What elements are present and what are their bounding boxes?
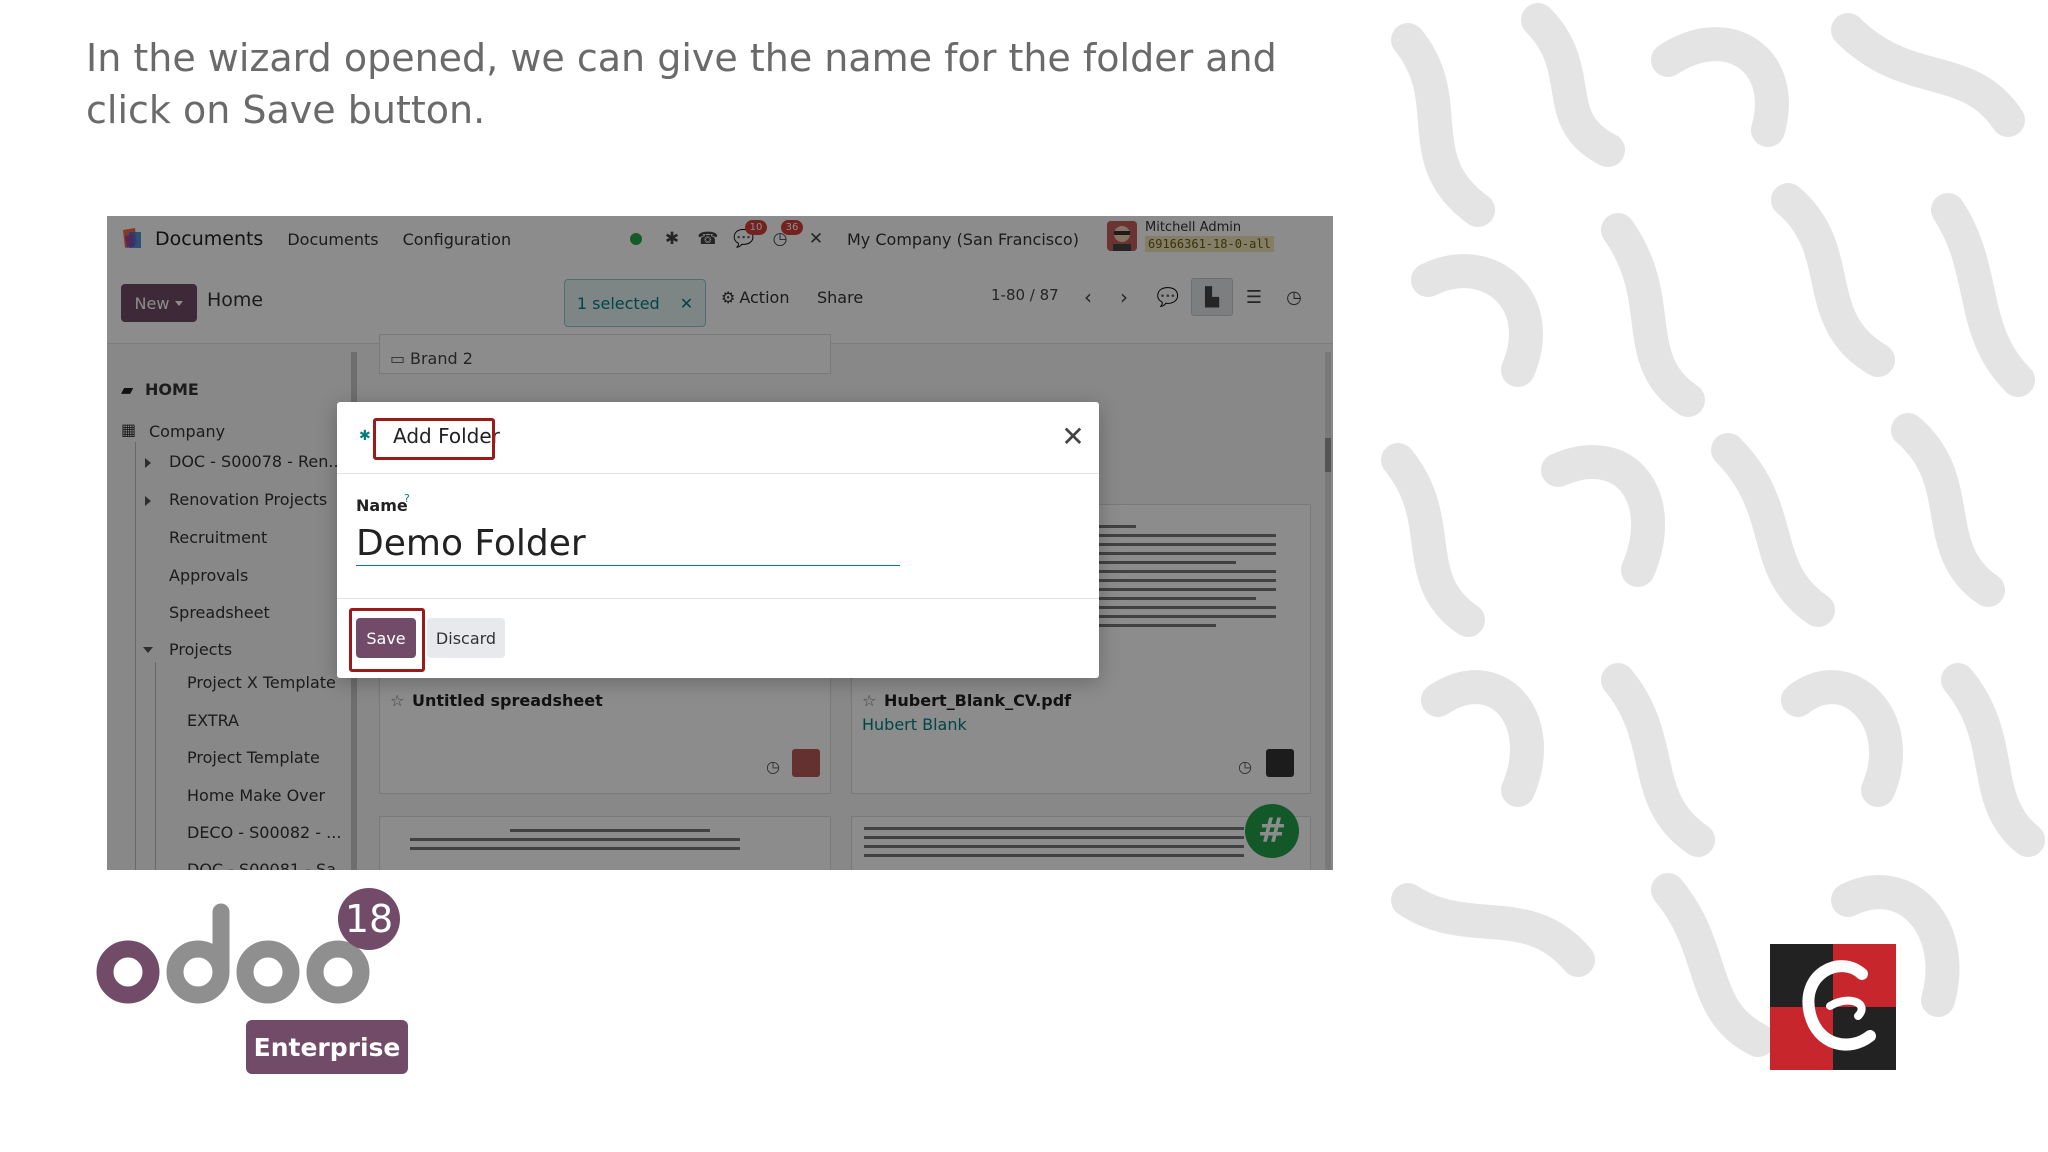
folder-name-input[interactable]	[356, 522, 900, 566]
slide-caption: In the wizard opened, we can give the na…	[86, 36, 1277, 132]
brand-mark-logo	[1770, 944, 1896, 1070]
discard-button[interactable]: Discard	[427, 618, 505, 658]
add-folder-dialog: ✱ Add Folder ✕ Name ? Save Discard	[337, 402, 1099, 678]
debug-bug-icon[interactable]: ✱	[359, 428, 371, 444]
help-tooltip-icon[interactable]: ?	[404, 492, 410, 505]
name-field-label: Name	[356, 496, 408, 515]
decorative-pattern	[1368, 0, 2048, 1070]
version-badge: 18	[338, 888, 400, 950]
app-screenshot: Documents Documents Configuration ✱ ☎ 💬 1…	[107, 216, 1333, 870]
save-button[interactable]: Save	[356, 618, 416, 658]
close-icon[interactable]: ✕	[1057, 420, 1089, 453]
edition-badge: Enterprise	[246, 1020, 408, 1074]
title-highlight-box	[373, 418, 495, 460]
